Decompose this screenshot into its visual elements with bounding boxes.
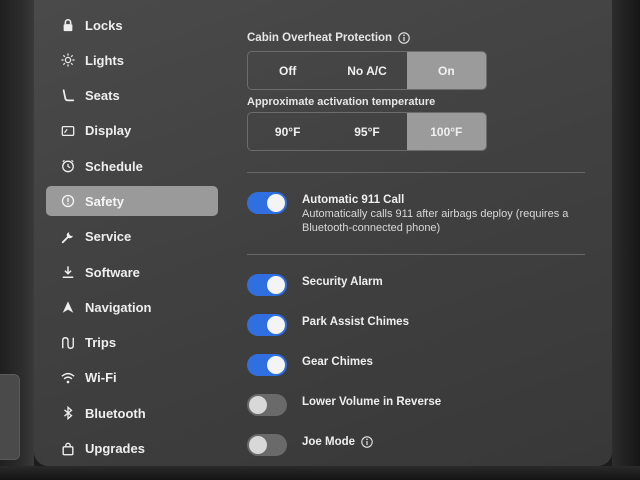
sidebar-item-schedule[interactable]: Schedule (46, 151, 218, 181)
automatic-911-call-row: Automatic 911 Call Automatically calls 9… (247, 192, 587, 235)
sidebar-item-bluetooth[interactable]: Bluetooth (46, 398, 218, 428)
bezel-chip (0, 374, 20, 460)
bezel-bottom (0, 466, 640, 480)
sidebar-item-trips[interactable]: Trips (46, 328, 218, 358)
wrench-icon (60, 229, 76, 245)
security-alarm-row: Security Alarm (247, 274, 587, 296)
sidebar-item-label: Locks (85, 17, 123, 33)
security-alarm-toggle[interactable] (247, 274, 287, 296)
sidebar-item-label: Safety (85, 193, 125, 209)
cabin-overheat-label: Cabin Overheat Protection (247, 32, 410, 44)
sidebar-item-label: Schedule (85, 158, 143, 174)
sidebar-item-service[interactable]: Service (46, 222, 218, 252)
sidebar-item-label: Service (85, 229, 132, 245)
divider (247, 254, 585, 255)
activation-temp-selector: 90°F 95°F 100°F (247, 112, 487, 151)
cabin-overheat-selector: Off No A/C On (247, 51, 487, 90)
gear-chimes-toggle[interactable] (247, 354, 287, 376)
automatic-911-call-description: Automatically calls 911 after airbags de… (302, 208, 569, 234)
sidebar-item-safety[interactable]: Safety (46, 186, 218, 217)
sidebar-item-software[interactable]: Software (46, 257, 218, 287)
sidebar-item-label: Upgrades (85, 441, 145, 457)
cabin-overheat-option-on[interactable]: On (406, 52, 486, 89)
sidebar-item-lights[interactable]: Lights (46, 45, 218, 75)
sidebar-item-label: Software (85, 264, 140, 280)
sidebar-item-label: Seats (85, 88, 120, 104)
info-icon[interactable] (361, 436, 373, 448)
bluetooth-icon (60, 405, 76, 421)
clock-icon (60, 158, 76, 174)
sidebar-item-label: Wi-Fi (85, 370, 117, 386)
lock-icon (60, 17, 76, 33)
sidebar-item-navigation[interactable]: Navigation (46, 292, 218, 322)
sidebar-item-wifi[interactable]: Wi-Fi (46, 363, 218, 393)
info-icon[interactable] (398, 32, 410, 44)
cabin-overheat-option-no-ac[interactable]: No A/C (327, 52, 406, 89)
lower-volume-in-reverse-toggle[interactable] (247, 394, 287, 416)
joe-mode-toggle[interactable] (247, 434, 287, 456)
trips-icon (60, 335, 76, 351)
shopping-bag-icon (60, 441, 76, 457)
park-assist-chimes-title: Park Assist Chimes (302, 316, 409, 328)
activation-temp-label: Approximate activation temperature (247, 96, 436, 108)
sidebar-item-label: Bluetooth (85, 405, 146, 421)
sidebar-item-label: Lights (85, 52, 124, 68)
navigation-arrow-icon (60, 299, 76, 315)
sidebar-item-seats[interactable]: Seats (46, 81, 218, 111)
joe-mode-title: Joe Mode (302, 436, 373, 448)
gear-chimes-title: Gear Chimes (302, 356, 373, 368)
sidebar-item-display[interactable]: Display (46, 116, 218, 146)
sidebar-item-label: Navigation (85, 299, 152, 315)
sidebar-item-label: Display (85, 123, 132, 139)
sidebar-item-locks[interactable]: Locks (46, 10, 218, 40)
sidebar-item-upgrades[interactable]: Upgrades (46, 434, 218, 464)
lower-volume-in-reverse-title: Lower Volume in Reverse (302, 396, 442, 408)
temp-option-100[interactable]: 100°F (406, 113, 486, 150)
seat-icon (60, 88, 76, 104)
joe-mode-row: Joe Mode (247, 434, 587, 456)
alert-circle-icon (60, 193, 76, 209)
park-assist-chimes-toggle[interactable] (247, 314, 287, 336)
temp-option-90[interactable]: 90°F (248, 113, 327, 150)
wifi-icon (60, 370, 76, 386)
automatic-911-call-title: Automatic 911 Call (302, 194, 405, 206)
touchscreen: Locks Lights Seats Display Schedule Safe… (34, 0, 612, 466)
automatic-911-call-toggle[interactable] (247, 192, 287, 214)
divider (247, 172, 585, 173)
sun-icon (60, 52, 76, 68)
bezel-right (612, 0, 640, 480)
download-icon (60, 264, 76, 280)
display-icon (60, 123, 76, 139)
park-assist-chimes-row: Park Assist Chimes (247, 314, 587, 336)
gear-chimes-row: Gear Chimes (247, 354, 587, 376)
temp-option-95[interactable]: 95°F (327, 113, 406, 150)
settings-sidebar: Locks Lights Seats Display Schedule Safe… (46, 10, 218, 466)
cabin-overheat-option-off[interactable]: Off (248, 52, 327, 89)
security-alarm-title: Security Alarm (302, 276, 383, 288)
sidebar-item-label: Trips (85, 335, 117, 351)
lower-volume-in-reverse-row: Lower Volume in Reverse (247, 394, 587, 416)
